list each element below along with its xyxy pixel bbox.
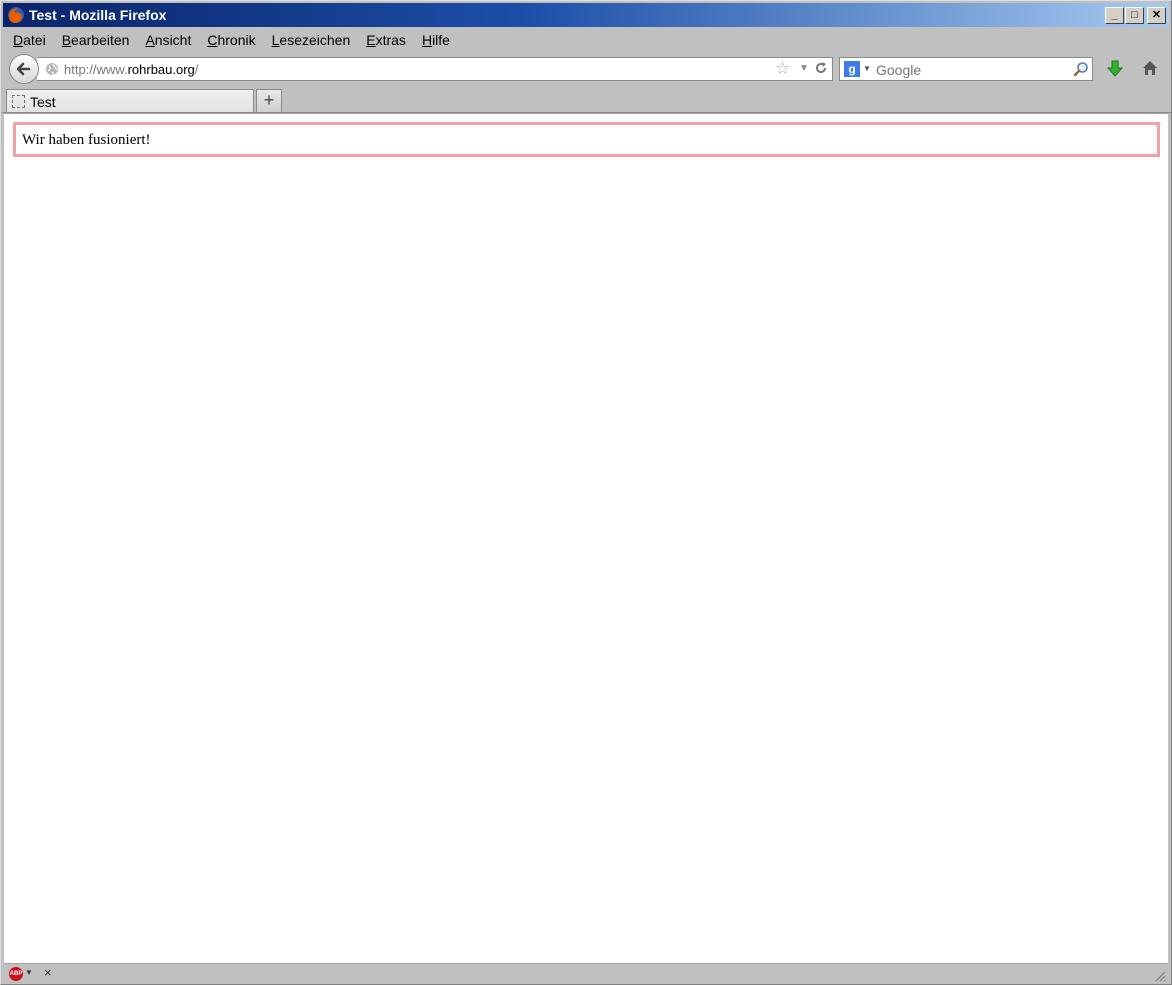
bookmark-star-icon[interactable]: ☆ <box>775 60 790 78</box>
adblock-dropdown-icon[interactable]: ▼ <box>25 968 33 977</box>
google-icon[interactable]: g <box>844 61 860 77</box>
history-dropdown-icon[interactable]: ▼ <box>799 63 809 74</box>
url-suffix: / <box>194 62 199 77</box>
globe-icon <box>46 63 58 76</box>
resize-grip-icon[interactable] <box>1154 970 1166 982</box>
browser-window: Test - Mozilla Firefox _ □ ✕ Datei Bearbe… <box>0 0 1172 985</box>
search-input[interactable] <box>874 60 1068 80</box>
minimize-button[interactable]: _ <box>1105 7 1124 24</box>
download-icon[interactable] <box>1107 60 1123 78</box>
tab-strip: Test + <box>1 88 1171 113</box>
menu-bar: Datei Bearbeiten Ansicht Chronik Lesezeichen… <box>5 30 458 50</box>
notice-box: Wir haben fusioniert! <box>13 122 1160 157</box>
window-title: Test - Mozilla Firefox <box>29 7 167 23</box>
engine-dropdown-icon[interactable]: ▼ <box>863 64 871 73</box>
navigation-toolbar: http://www.rohrbau.org/ ☆ ▼ g ▼ <box>5 53 1169 85</box>
close-addon-bar-icon[interactable]: × <box>44 965 52 980</box>
close-window-button[interactable]: ✕ <box>1147 7 1166 24</box>
adblock-plus-icon[interactable]: ABP <box>9 967 23 981</box>
home-icon[interactable] <box>1142 60 1158 76</box>
maximize-button[interactable]: □ <box>1125 7 1144 24</box>
menu-lesezeichen[interactable]: Lesezeichen <box>264 30 359 50</box>
status-bar: ABP ▼ × <box>4 963 1168 984</box>
menu-ansicht[interactable]: Ansicht <box>137 30 199 50</box>
menu-bearbeiten[interactable]: Bearbeiten <box>54 30 138 50</box>
tab-label: Test <box>30 94 56 110</box>
menu-hilfe[interactable]: Hilfe <box>414 30 458 50</box>
url-bar[interactable]: http://www.rohrbau.org/ ☆ ▼ <box>37 57 833 81</box>
back-arrow-icon <box>16 62 31 76</box>
firefox-icon <box>8 7 24 23</box>
menu-datei[interactable]: Datei <box>5 30 54 50</box>
page-favicon-icon <box>12 95 25 108</box>
tab-test[interactable]: Test <box>6 89 254 112</box>
search-bar[interactable]: g ▼ <box>839 57 1093 81</box>
url-domain: rohrbau.org <box>127 62 195 77</box>
reload-icon[interactable] <box>814 61 828 75</box>
url-text[interactable]: http://www.rohrbau.org/ <box>64 62 198 77</box>
url-prefix: http://www. <box>64 62 128 77</box>
back-button[interactable] <box>9 54 39 84</box>
title-bar: Test - Mozilla Firefox _ □ ✕ <box>3 3 1169 27</box>
magnifier-icon[interactable] <box>1073 61 1089 77</box>
new-tab-button[interactable]: + <box>256 89 282 112</box>
notice-text: Wir haben fusioniert! <box>22 132 151 148</box>
menu-extras[interactable]: Extras <box>358 30 414 50</box>
page-content: Wir haben fusioniert! <box>4 113 1168 963</box>
menu-chronik[interactable]: Chronik <box>199 30 263 50</box>
